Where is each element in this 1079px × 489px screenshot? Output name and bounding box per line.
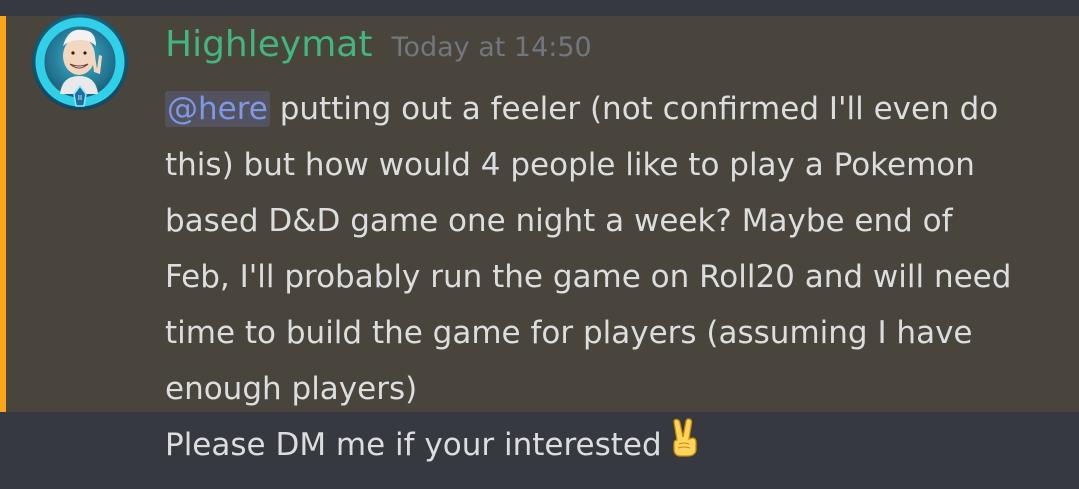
- message-line-5: time to build the game for players (assu…: [165, 315, 973, 351]
- message-body: @here putting out a feeler (not confirme…: [165, 81, 1065, 473]
- avatar-image: II: [32, 14, 128, 110]
- message-line-4: Feb, I'll probably run the game on Roll2…: [165, 259, 1012, 295]
- chat-screen: II Highleymat Today at 14:50 @here putti…: [0, 0, 1079, 489]
- mention-accent-bar: [0, 16, 6, 412]
- avatar[interactable]: II: [32, 14, 128, 110]
- message-line-3: based D&D game one night a week? Maybe e…: [165, 203, 953, 239]
- svg-text:II: II: [78, 94, 82, 102]
- message-line-6: enough players): [165, 371, 418, 407]
- message-line-1: @here putting out a feeler (not confirme…: [165, 81, 1065, 137]
- message-line-text: putting out a feeler (not confirmed I'll…: [279, 91, 999, 127]
- victory-hand-emoji-icon: [668, 417, 702, 476]
- message-line-2: this) but how would 4 people like to pla…: [165, 147, 975, 183]
- message-header: Highleymat Today at 14:50: [165, 24, 592, 74]
- followup-text: Please DM me if your interested: [165, 427, 662, 463]
- followup-message: Please DM me if your interested: [165, 417, 1065, 473]
- here-mention[interactable]: @here: [165, 91, 270, 127]
- username[interactable]: Highleymat: [165, 24, 372, 65]
- message-timestamp[interactable]: Today at 14:50: [392, 32, 592, 63]
